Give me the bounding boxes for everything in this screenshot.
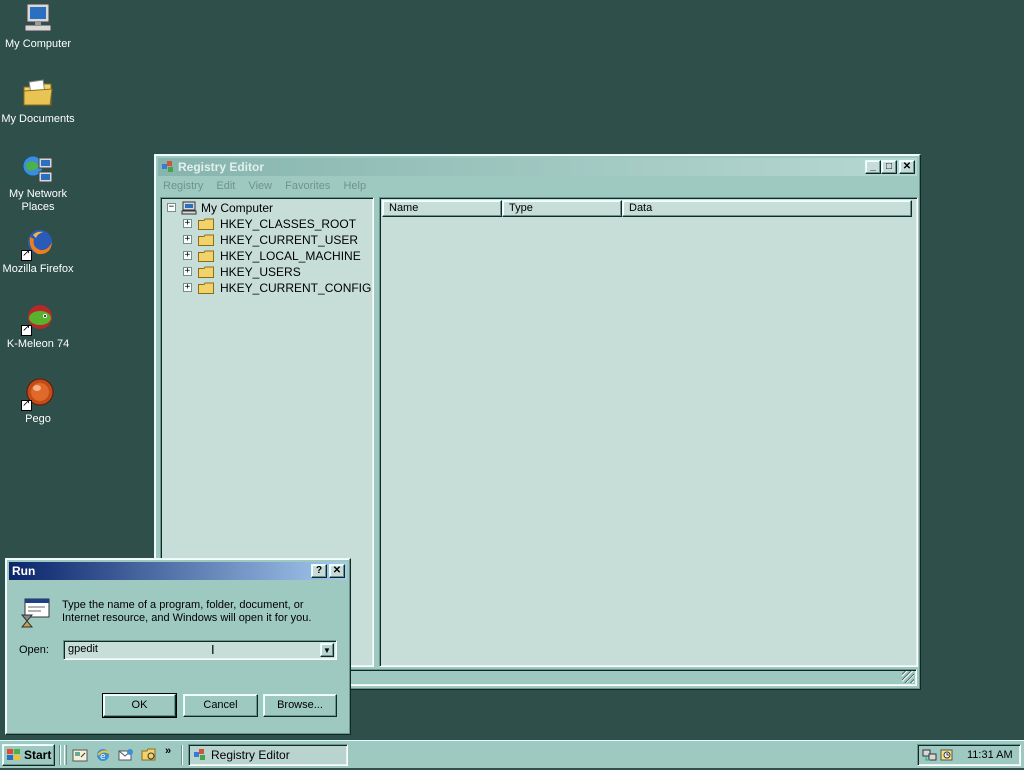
folder-icon [198, 234, 214, 246]
folder-icon [198, 282, 214, 294]
open-label: Open: [19, 644, 49, 656]
dropdown-arrow-button[interactable]: ▼ [320, 643, 334, 657]
expand-icon[interactable]: + [183, 251, 192, 260]
network-tray-icon[interactable] [922, 747, 938, 763]
folder-icon [198, 266, 214, 278]
maximize-button[interactable]: □ [881, 160, 897, 174]
open-combobox[interactable]: gpedit I ▼ [63, 640, 337, 660]
run-dialog-description: Type the name of a program, folder, docu… [62, 599, 312, 624]
folder-documents-icon [21, 77, 55, 111]
taskbar-separator [59, 745, 61, 765]
windows-logo-icon [6, 748, 22, 762]
registry-editor-title: Registry Editor [178, 160, 265, 174]
run-program-icon [19, 595, 53, 629]
help-button[interactable]: ? [311, 564, 327, 578]
firefox-icon [21, 227, 55, 261]
clock[interactable]: 11:31 AM [967, 745, 1013, 765]
ok-button[interactable]: OK [102, 693, 177, 718]
folder-icon [198, 250, 214, 262]
desktop-icon-label: Pego [25, 413, 51, 425]
computer-icon [21, 2, 55, 36]
tree-item-hkey-current-config[interactable]: + HKEY_CURRENT_CONFIG [165, 280, 372, 296]
run-dialog-title: Run [12, 564, 36, 578]
taskbar: Start e » Registry Editor 11:31 AM [0, 740, 1024, 768]
quicklaunch-more-icon[interactable]: » [165, 745, 171, 757]
taskbar-button-registry-editor[interactable]: Registry Editor [188, 744, 348, 766]
desktop-icon-label: Mozilla Firefox [2, 263, 74, 275]
menu-edit[interactable]: Edit [211, 177, 240, 195]
tree-item-hkey-current-user[interactable]: + HKEY_CURRENT_USER [165, 232, 365, 248]
expand-icon[interactable]: + [183, 235, 192, 244]
menu-view[interactable]: View [243, 177, 277, 195]
run-dialog-title-bar[interactable]: Run ? ✕ [9, 562, 347, 580]
column-header-type[interactable]: Type [502, 200, 622, 217]
desktop-icon-k-meleon[interactable]: K-Meleon 74 [0, 302, 76, 351]
close-button[interactable]: ✕ [899, 160, 915, 174]
taskbar-separator [181, 745, 183, 765]
registry-editor-menubar: Registry Edit View Favorites Help [158, 177, 917, 195]
desktop-icon-label: My Documents [1, 113, 75, 125]
tree-item-label: HKEY_CLASSES_ROOT [220, 217, 357, 231]
computer-icon [181, 201, 197, 215]
menu-help[interactable]: Help [338, 177, 371, 195]
menu-registry[interactable]: Registry [158, 177, 208, 195]
internet-explorer-icon[interactable]: e [95, 747, 111, 763]
tree-item-label: HKEY_CURRENT_USER [220, 233, 359, 247]
minimize-button[interactable]: _ [865, 160, 881, 174]
tree-item-hkey-users[interactable]: + HKEY_USERS [165, 264, 365, 280]
shortcut-arrow-icon [21, 323, 32, 336]
registry-values-pane[interactable]: Name Type Data [379, 197, 918, 667]
desktop-icon-my-documents[interactable]: My Documents [0, 77, 76, 126]
shortcut-arrow-icon [21, 398, 32, 411]
desktop-icon-mozilla-firefox[interactable]: Mozilla Firefox [0, 227, 76, 276]
svg-text:e: e [100, 752, 106, 762]
registry-editor-icon [193, 748, 207, 762]
collapse-icon[interactable]: − [167, 203, 176, 212]
tree-item-label: My Computer [201, 201, 274, 215]
scheduler-tray-icon[interactable] [939, 747, 955, 763]
resize-grip-icon[interactable] [902, 671, 914, 683]
system-tray: 11:31 AM [917, 744, 1021, 766]
tree-item-my-computer[interactable]: − My Computer [165, 200, 365, 216]
expand-icon[interactable]: + [183, 267, 192, 276]
tree-item-hkey-local-machine[interactable]: + HKEY_LOCAL_MACHINE [165, 248, 365, 264]
text-cursor-icon: I [211, 642, 215, 657]
tree-item-hkey-classes-root[interactable]: + HKEY_CLASSES_ROOT [165, 216, 365, 232]
close-button[interactable]: ✕ [329, 564, 345, 578]
show-desktop-icon[interactable] [72, 747, 88, 763]
folder-icon [198, 218, 214, 230]
tree-item-label: HKEY_USERS [220, 265, 301, 279]
desktop-icon-my-computer[interactable]: My Computer [0, 2, 76, 51]
expand-icon[interactable]: + [183, 219, 192, 228]
kmeleon-icon [21, 302, 55, 336]
desktop-icon-label: K-Meleon 74 [6, 338, 70, 350]
column-header-name[interactable]: Name [382, 200, 502, 217]
desktop-icon-my-network-places[interactable]: My Network Places [0, 152, 76, 214]
windows-explorer-icon[interactable] [141, 747, 157, 763]
pego-icon [21, 377, 55, 411]
menu-favorites[interactable]: Favorites [280, 177, 335, 195]
open-input[interactable]: gpedit [68, 643, 98, 655]
run-dialog[interactable]: Run ? ✕ Type the name of a program, fold… [5, 558, 351, 735]
tree-item-label: HKEY_LOCAL_MACHINE [220, 249, 361, 263]
desktop-icon-label: My Network Places [8, 188, 68, 213]
column-header-data[interactable]: Data [622, 200, 912, 217]
expand-icon[interactable]: + [183, 283, 192, 292]
desktop-icon-pego[interactable]: Pego [0, 377, 76, 426]
desktop-icon-label: My Computer [4, 38, 72, 50]
registry-editor-icon [161, 160, 175, 174]
shortcut-arrow-icon [21, 248, 32, 261]
outlook-express-icon[interactable] [118, 747, 134, 763]
browse-button[interactable]: Browse... [263, 694, 337, 717]
start-button[interactable]: Start [2, 744, 55, 766]
network-icon [21, 152, 55, 186]
tree-item-label: HKEY_CURRENT_CONFIG [220, 281, 372, 295]
cancel-button[interactable]: Cancel [183, 694, 258, 717]
registry-editor-title-bar[interactable]: Registry Editor _ □ ✕ [158, 158, 917, 176]
quicklaunch-grip[interactable] [64, 745, 67, 765]
